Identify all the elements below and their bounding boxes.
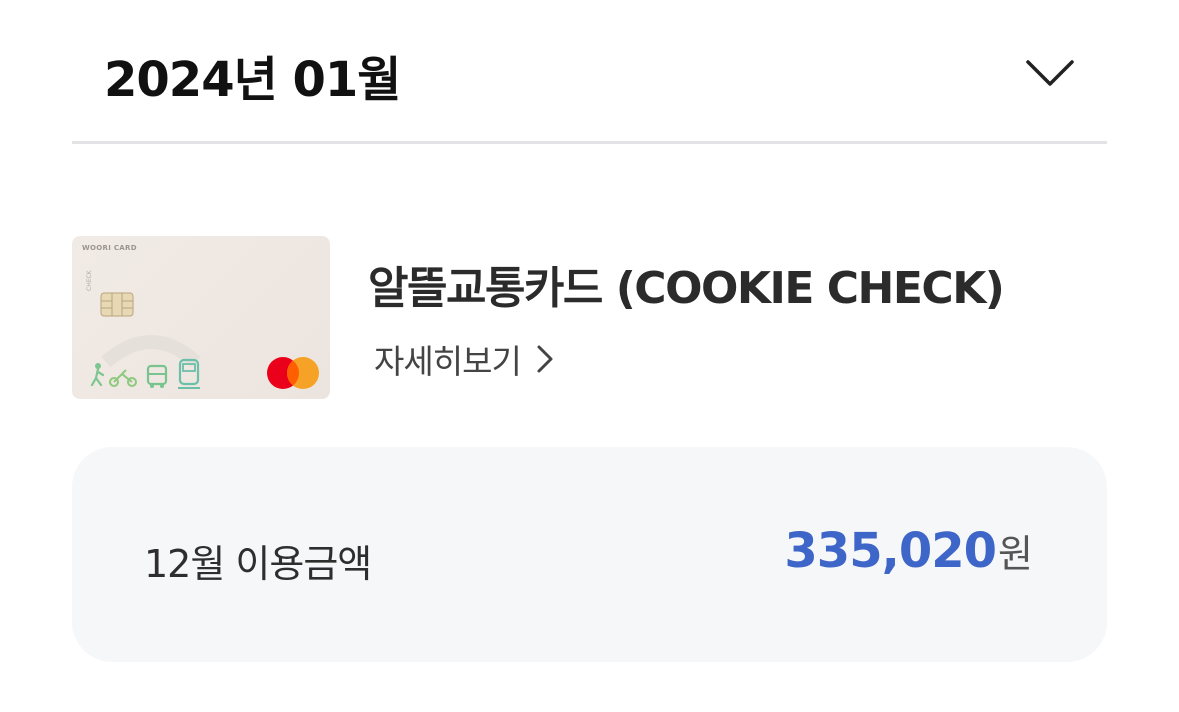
usage-amount-group: 335,020 원 [784,523,1033,579]
month-title: 2024년 01월 [104,52,401,108]
transport-illustration-icon [90,335,201,389]
chevron-right-icon [537,345,553,373]
month-dropdown-toggle[interactable] [1022,50,1078,100]
view-details-link[interactable]: 자세히보기 [374,334,555,384]
usage-amount: 335,020 [784,523,997,579]
card-name: 알뜰교통카드 (COOKIE CHECK) [368,263,1005,314]
view-details-label: 자세히보기 [374,342,522,381]
card-check-label: CHECK [86,270,93,291]
chevron-down-icon [1026,60,1074,86]
usage-currency-unit: 원 [998,532,1033,576]
month-header: 2024년 01월 [72,0,1107,144]
card-image[interactable]: WOORI CARD CHECK [72,236,330,399]
card-brand-logo: WOORI CARD [82,244,137,252]
usage-summary-panel: 12월 이용금액 335,020 원 [72,447,1107,662]
card-chip-icon [100,292,134,317]
mastercard-logo-icon [267,357,319,389]
monthly-card-usage-page: 2024년 01월 WOORI CARD CHECK 알뜰교통카드 (COOKI… [0,0,1179,712]
usage-label: 12월 이용금액 [144,542,372,586]
